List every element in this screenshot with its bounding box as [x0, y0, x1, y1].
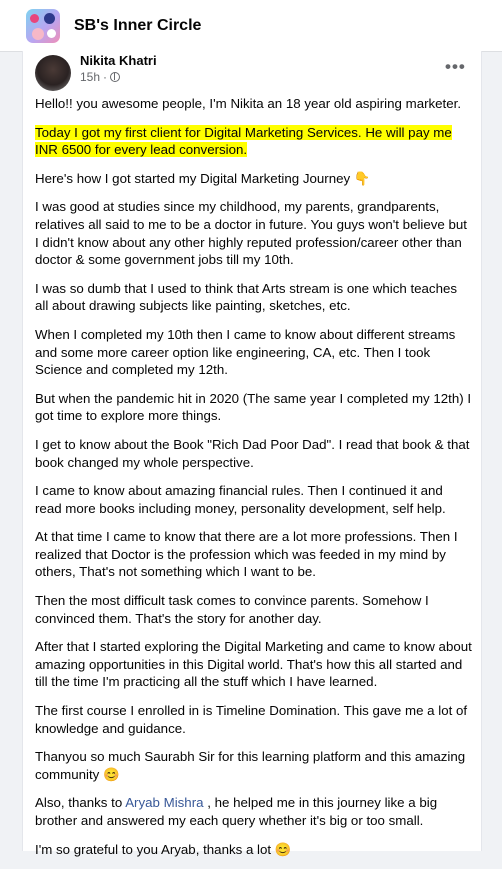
post-header: Nikita Khatri 15h · ••• — [23, 51, 481, 91]
post-paragraph: But when the pandemic hit in 2020 (The s… — [35, 390, 472, 424]
post-paragraph: The first course I enrolled in is Timeli… — [35, 703, 468, 736]
highlighted-paragraph: Today I got my first client for Digital … — [35, 124, 473, 159]
globe-icon[interactable] — [110, 72, 121, 82]
more-options-button[interactable]: ••• — [445, 57, 466, 77]
meta-separator: · — [103, 70, 108, 84]
post-paragraph: After that I started exploring the Digit… — [35, 639, 472, 690]
logo-dot — [30, 13, 39, 23]
logo-dot — [44, 12, 55, 24]
post-body: Hello!! you awesome people, I'm Nikita a… — [35, 95, 473, 869]
group-header: SB's Inner Circle — [0, 0, 502, 52]
post-card: Nikita Khatri 15h · ••• Hello!! you awes… — [22, 51, 482, 857]
highlighted-text: Today I got my first client for Digital … — [35, 124, 452, 158]
author-avatar[interactable] — [35, 55, 71, 91]
post-paragraph: I came to know about amazing financial r… — [35, 483, 446, 516]
logo-dot — [47, 28, 56, 38]
thanks-prefix: Also, thanks to — [35, 795, 126, 811]
post-paragraph: Here's how I got started my Digital Mark… — [35, 170, 371, 186]
post-meta: 15h · — [80, 70, 121, 84]
author-name[interactable]: Nikita Khatri — [80, 53, 157, 68]
post-paragraph: At that time I came to know that there a… — [35, 529, 458, 580]
post-time[interactable]: 15h — [80, 70, 100, 84]
post-paragraph: I was so dumb that I used to think that … — [35, 280, 458, 314]
post-paragraph: When I completed my 10th then I came to … — [35, 326, 456, 378]
mention-link[interactable]: Aryab Mishra — [125, 795, 203, 810]
post-paragraph: Then the most difficult task comes to co… — [35, 593, 429, 626]
post-paragraph: I get to know about the Book "Rich Dad P… — [35, 436, 470, 470]
group-name[interactable]: SB's Inner Circle — [74, 17, 201, 35]
post-paragraph: I'm so grateful to you Aryab, thanks a l… — [35, 841, 292, 857]
group-avatar-icon[interactable] — [26, 8, 60, 43]
thanks-paragraph: Also, thanks to Aryab Mishra , he helped… — [35, 794, 473, 829]
post-paragraph: I was good at studies since my childhood… — [35, 199, 467, 268]
logo-dot — [32, 27, 44, 40]
post-paragraph: Thanyou so much Saurabh Sir for this lea… — [35, 749, 466, 782]
post-paragraph: Hello!! you awesome people, I'm Nikita a… — [35, 96, 462, 111]
